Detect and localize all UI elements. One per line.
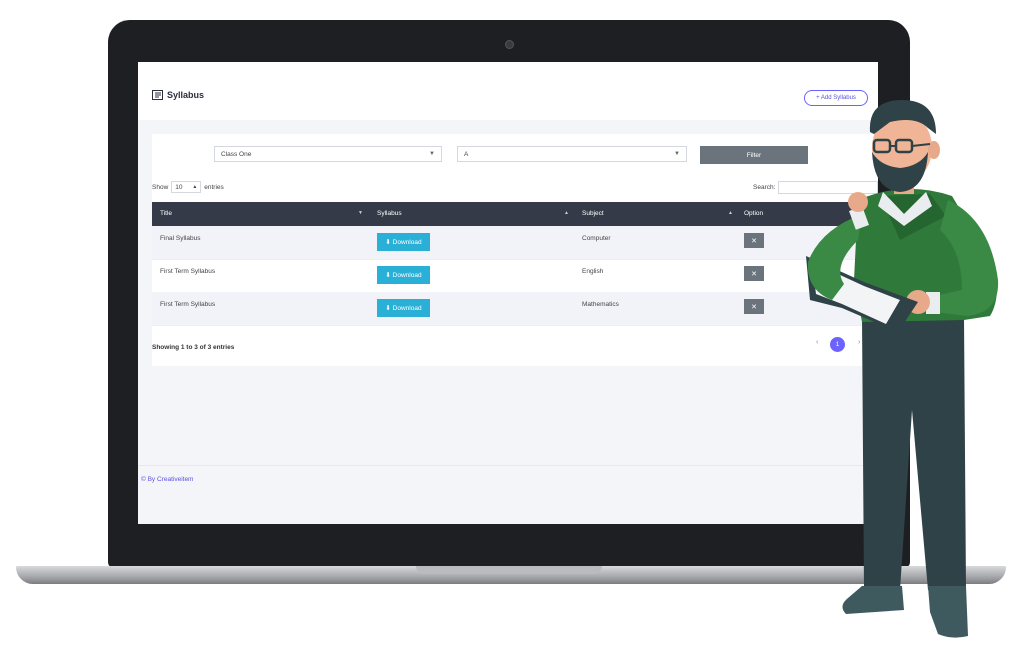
entries-label: entries [204,183,224,191]
page-header: Syllabus + Add Syllabus [138,62,878,120]
add-syllabus-button[interactable]: + Add Syllabus [804,90,868,106]
laptop-camera [505,40,514,49]
table-row: Final Syllabus ⬇ Download Computer ✕ [152,226,878,260]
shoe-icon [928,586,968,638]
sort-icon: ▲ [192,184,198,190]
download-button[interactable]: ⬇ Download [377,299,430,317]
table-header: Title ▼ Syllabus ▲ Subject ▲ Option [152,202,878,226]
column-header-title[interactable]: Title [160,210,172,217]
download-button[interactable]: ⬇ Download [377,266,430,284]
section-select-value: A [464,150,469,158]
sort-icon[interactable]: ▲ [728,210,733,216]
sort-icon[interactable]: ▲ [564,210,569,216]
pagination-page-1[interactable]: 1 [830,337,845,352]
page-title: Syllabus [152,90,204,100]
laptop-notch [416,566,602,574]
sort-icon[interactable]: ▼ [358,210,363,216]
filter-button[interactable]: Filter [700,146,808,164]
column-header-subject[interactable]: Subject [582,210,604,217]
entries-length-control: Show 10 ▲ entries [152,181,224,193]
shoe-icon [842,586,904,614]
chevron-down-icon: ▼ [429,151,435,157]
column-header-option[interactable]: Option [744,210,763,217]
pagination-next[interactable]: › [858,339,860,346]
row-subject: Mathematics [582,301,619,308]
delete-button[interactable]: ✕ [744,233,764,248]
row-subject: English [582,268,604,275]
row-title: First Term Syllabus [160,301,216,308]
row-subject: Computer [582,235,611,242]
entries-value: 10 [175,183,183,191]
class-select[interactable]: Class One ▼ [214,146,442,162]
table-row: First Term Syllabus ⬇ Download English ✕ [152,259,878,293]
footer-credit-link[interactable]: © By Creativeitem [141,476,193,483]
syllabus-list-icon [152,90,163,100]
row-title: Final Syllabus [160,235,201,242]
delete-button[interactable]: ✕ [744,299,764,314]
chevron-down-icon: ▼ [674,151,680,157]
show-label: Show [152,183,169,191]
table-info: Showing 1 to 3 of 3 entries [152,344,235,351]
entries-select[interactable]: 10 ▲ [171,181,202,193]
app-screen: Syllabus + Add Syllabus Class One ▼ A ▼ … [138,62,878,524]
row-title: First Term Syllabus [160,268,216,275]
column-header-syllabus[interactable]: Syllabus [377,210,402,217]
delete-button[interactable]: ✕ [744,266,764,281]
table-row: First Term Syllabus ⬇ Download Mathemati… [152,292,878,326]
syllabus-card: Class One ▼ A ▼ Filter Show 10 ▲ entries… [152,134,878,366]
pagination-prev[interactable]: ‹ [816,339,818,346]
download-button[interactable]: ⬇ Download [377,233,430,251]
search-input[interactable] [778,181,878,194]
search-label: Search: [753,184,776,191]
footer-divider [138,465,878,466]
search-control: Search: [753,181,878,194]
page-title-text: Syllabus [167,90,205,100]
section-select[interactable]: A ▼ [457,146,687,162]
class-select-value: Class One [221,150,252,158]
